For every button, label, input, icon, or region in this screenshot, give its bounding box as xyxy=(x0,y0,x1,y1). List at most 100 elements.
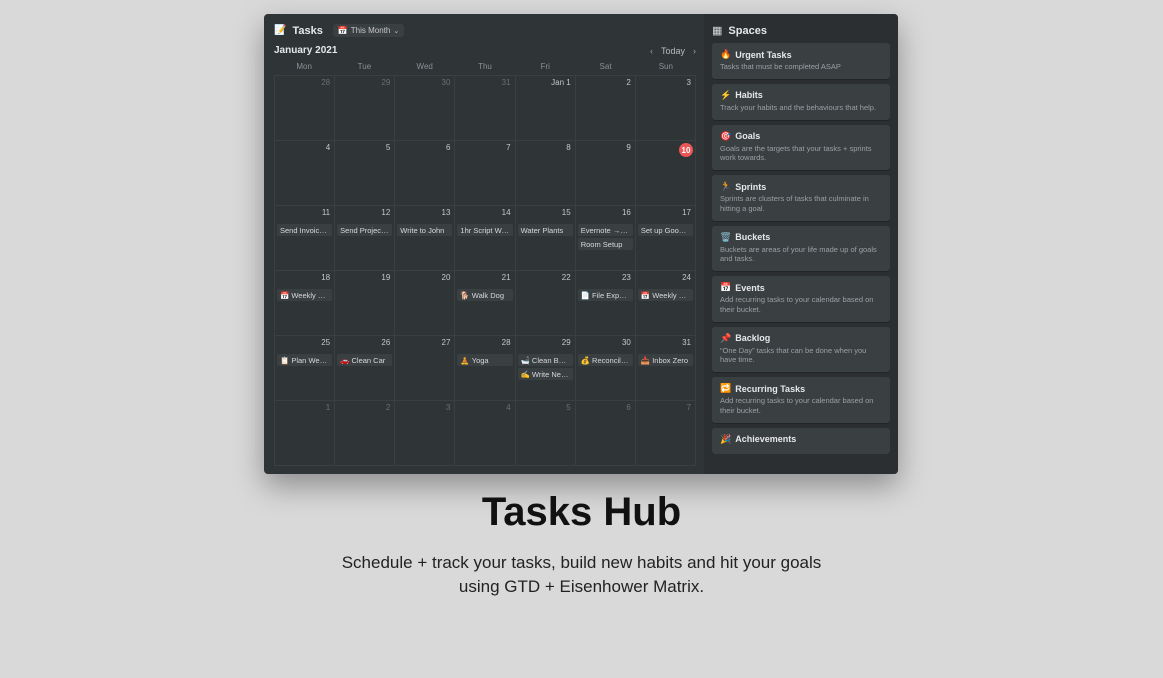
task-label: Send Project … xyxy=(340,226,392,235)
calendar-task[interactable]: 📅Weekly Re… xyxy=(638,289,693,301)
calendar-cell[interactable]: 141hr Script Wri… xyxy=(455,206,515,271)
calendar-cell[interactable]: 28 xyxy=(275,76,335,141)
calendar-cell[interactable]: Jan 1 xyxy=(516,76,576,141)
view-filter-chip[interactable]: 📅 This Month ⌄ xyxy=(333,24,404,37)
calendar-cell[interactable]: 5 xyxy=(516,401,576,466)
space-card[interactable]: ⚡HabitsTrack your habits and the behavio… xyxy=(712,84,890,120)
calendar-task[interactable]: Room Setup xyxy=(578,238,633,250)
task-label: Weekly Re… xyxy=(652,291,693,300)
calendar-task[interactable]: 💰Reconcile … xyxy=(578,354,633,366)
space-card[interactable]: 🔁Recurring TasksAdd recurring tasks to y… xyxy=(712,377,890,423)
calendar-task[interactable]: 🛁Clean Bath… xyxy=(518,354,573,366)
prev-month-button[interactable]: ‹ xyxy=(650,46,653,56)
space-card[interactable]: 🎯GoalsGoals are the targets that your ta… xyxy=(712,125,890,171)
day-number: 1 xyxy=(326,403,330,412)
day-number: 31 xyxy=(682,338,691,347)
calendar-task[interactable]: Send Project … xyxy=(337,224,392,236)
calendar-cell[interactable]: 2 xyxy=(335,401,395,466)
task-label: Write to John xyxy=(400,226,444,235)
space-card[interactable]: 🎉Achievements xyxy=(712,428,890,454)
calendar-cell[interactable]: 2 xyxy=(576,76,636,141)
calendar-cell[interactable]: 7 xyxy=(636,401,696,466)
day-number: 25 xyxy=(321,338,330,347)
calendar-cell[interactable]: 12Send Project … xyxy=(335,206,395,271)
space-card[interactable]: 📌Backlog“One Day” tasks that can be done… xyxy=(712,327,890,373)
day-number: 13 xyxy=(442,208,451,217)
day-number: 18 xyxy=(321,273,330,282)
calendar-cell[interactable]: 8 xyxy=(516,141,576,206)
calendar-cell[interactable]: 30 xyxy=(395,76,455,141)
calendar-cell[interactable]: 16Evernote → N…Room Setup xyxy=(576,206,636,271)
space-card[interactable]: 🏃SprintsSprints are clusters of tasks th… xyxy=(712,175,890,221)
calendar-task[interactable]: 📥Inbox Zero xyxy=(638,354,693,366)
calendar-task[interactable]: Water Plants xyxy=(518,224,573,236)
calendar-task[interactable]: Set up Googl… xyxy=(638,224,693,236)
calendar-cell[interactable]: 17Set up Googl… xyxy=(636,206,696,271)
day-number: 26 xyxy=(381,338,390,347)
calendar-cell[interactable]: 30 💰Reconcile … xyxy=(576,336,636,401)
calendar-cell[interactable]: 26 🚗Clean Car xyxy=(335,336,395,401)
space-card[interactable]: 🗑️BucketsBuckets are areas of your life … xyxy=(712,226,890,272)
calendar-cell[interactable]: 31 📥Inbox Zero xyxy=(636,336,696,401)
space-card-title: Backlog xyxy=(735,333,770,343)
task-label: Write New… xyxy=(532,370,573,379)
space-card-icon: 🔁 xyxy=(720,383,731,394)
calendar-task[interactable]: Evernote → N… xyxy=(578,224,633,236)
calendar-task[interactable]: 📋Plan Week… xyxy=(277,354,332,366)
calendar-cell[interactable]: 7 xyxy=(455,141,515,206)
calendar-task[interactable]: 1hr Script Wri… xyxy=(457,224,512,236)
weekday-label: Fri xyxy=(515,62,575,71)
space-card-icon: ⚡ xyxy=(720,90,731,101)
calendar-task[interactable]: 🧘Yoga xyxy=(457,354,512,366)
calendar-cell[interactable]: 29 xyxy=(335,76,395,141)
calendar-cell[interactable]: 22 xyxy=(516,271,576,336)
calendar-task[interactable]: 🚗Clean Car xyxy=(337,354,392,366)
calendar-cell[interactable]: 6 xyxy=(576,401,636,466)
calendar-cell[interactable]: 6 xyxy=(395,141,455,206)
space-card-title: Goals xyxy=(735,131,760,141)
calendar-cell[interactable]: 10 xyxy=(636,141,696,206)
calendar-task[interactable]: 📄File Expen… xyxy=(578,289,633,301)
calendar-task[interactable]: Send Invoice … xyxy=(277,224,332,236)
calendar-cell[interactable]: 5 xyxy=(335,141,395,206)
calendar-task[interactable]: ✍️Write New… xyxy=(518,368,573,380)
day-number: 21 xyxy=(502,273,511,282)
space-card-title: Sprints xyxy=(735,182,766,192)
calendar-cell[interactable]: 11Send Invoice … xyxy=(275,206,335,271)
calendar-cell[interactable]: 27 xyxy=(395,336,455,401)
day-number: 28 xyxy=(321,78,330,87)
calendar-cell[interactable]: 9 xyxy=(576,141,636,206)
today-button[interactable]: Today xyxy=(661,46,685,56)
calendar-cell[interactable]: 4 xyxy=(455,401,515,466)
calendar-panel: 📝 Tasks 📅 This Month ⌄ January 2021 ‹ To… xyxy=(264,14,704,474)
calendar-cell[interactable]: 28🧘Yoga xyxy=(455,336,515,401)
calendar-cell[interactable]: 3 xyxy=(395,401,455,466)
tasks-tab-title[interactable]: Tasks xyxy=(292,25,322,37)
calendar-cell[interactable]: 29🛁Clean Bath…✍️Write New… xyxy=(516,336,576,401)
task-label: File Expen… xyxy=(592,291,633,300)
calendar-cell[interactable]: 18 📅Weekly Ca… xyxy=(275,271,335,336)
tasks-tab-icon: 📝 xyxy=(274,25,286,36)
calendar-cell[interactable]: 3 xyxy=(636,76,696,141)
calendar-cell[interactable]: 4 xyxy=(275,141,335,206)
calendar-cell[interactable]: 31 xyxy=(455,76,515,141)
space-card[interactable]: 🔥Urgent TasksTasks that must be complete… xyxy=(712,43,890,79)
calendar-cell[interactable]: 24📅Weekly Re… xyxy=(636,271,696,336)
day-number: 30 xyxy=(622,338,631,347)
calendar-cell[interactable]: 15Water Plants xyxy=(516,206,576,271)
calendar-cell[interactable]: 23📄File Expen… xyxy=(576,271,636,336)
calendar-cell[interactable]: 21 🐕Walk Dog xyxy=(455,271,515,336)
day-number: Jan 1 xyxy=(551,78,571,87)
calendar-cell[interactable]: 25 📋Plan Week… xyxy=(275,336,335,401)
calendar-cell[interactable]: 13 Write to John xyxy=(395,206,455,271)
calendar-cell[interactable]: 19 xyxy=(335,271,395,336)
space-card-icon: 🏃 xyxy=(720,181,731,192)
calendar-task[interactable]: 📅Weekly Ca… xyxy=(277,289,332,301)
space-card[interactable]: 📅EventsAdd recurring tasks to your calen… xyxy=(712,276,890,322)
calendar-task[interactable]: 🐕Walk Dog xyxy=(457,289,512,301)
calendar-cell[interactable]: 1 xyxy=(275,401,335,466)
calendar-task[interactable]: Write to John xyxy=(397,224,452,236)
next-month-button[interactable]: › xyxy=(693,46,696,56)
calendar-cell[interactable]: 20 xyxy=(395,271,455,336)
space-card-icon: 🔥 xyxy=(720,49,731,60)
